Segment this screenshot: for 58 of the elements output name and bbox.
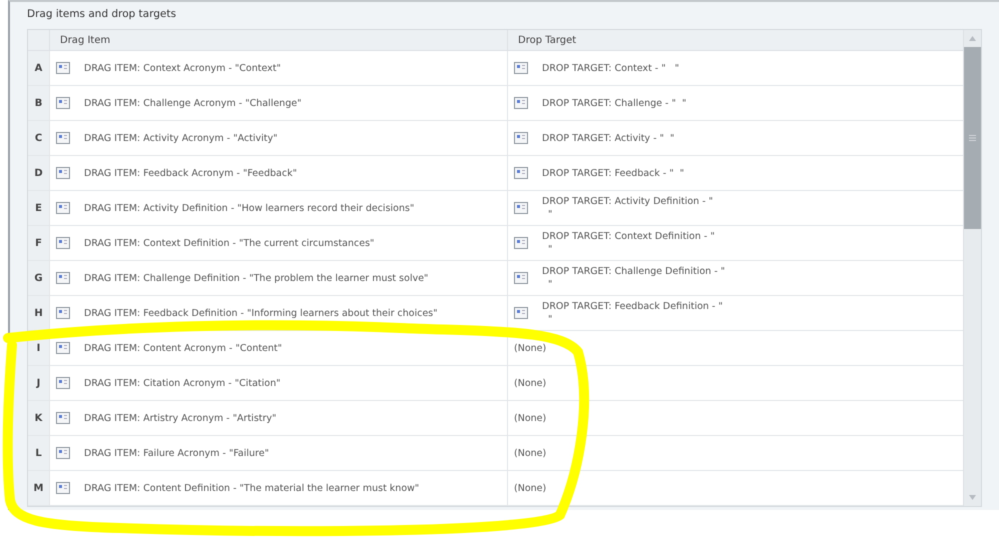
text-item-icon <box>56 62 70 74</box>
drag-item-text: DRAG ITEM: Challenge Definition - "The problem the learner must solve" <box>84 272 428 284</box>
drag-item-text: DRAG ITEM: Content Definition - "The material the learner must know" <box>84 482 420 494</box>
scroll-up-icon[interactable] <box>969 36 976 41</box>
drop-target-text: DROP TARGET: Feedback Definition - " " <box>542 300 723 326</box>
drag-item-text: DRAG ITEM: Feedback Acronym - "Feedback" <box>84 166 297 180</box>
drag-item-text: DRAG ITEM: Context Definition - "The current circumstances" <box>84 236 374 250</box>
scrollbar[interactable] <box>963 30 981 506</box>
drag-item-text: DRAG ITEM: Context Acronym - "Context" <box>84 62 281 74</box>
text-item-icon <box>56 412 70 424</box>
text-item-icon <box>56 447 70 459</box>
drop-target-text: DROP TARGET: Challenge - " " <box>542 96 686 110</box>
drop-target-text: (None) <box>514 342 546 354</box>
drag-item-text: DRAG ITEM: Challenge Acronym - "Challenge" <box>84 96 302 110</box>
drop-target-text: DROP TARGET: Challenge Definition - " " <box>542 265 726 291</box>
drop-target-text: (None) <box>514 376 546 390</box>
text-item-icon <box>56 342 70 354</box>
drag-item-text: DRAG ITEM: Activity Definition - "How learners record their decisions" <box>84 202 414 214</box>
drop-target-text: (None) <box>514 482 546 494</box>
text-item-icon <box>56 132 70 144</box>
drop-target-text: (None) <box>514 412 546 424</box>
text-item-icon <box>56 97 70 109</box>
text-item-icon <box>56 482 70 494</box>
row-letter: B <box>28 86 49 120</box>
drop-target-text: DROP TARGET: Feedback - " " <box>542 166 684 180</box>
row-letter: A <box>28 51 49 85</box>
drag-item-text: DRAG ITEM: Activity Acronym - "Activity" <box>84 132 278 144</box>
row-letter: C <box>28 121 49 155</box>
panel-title: Drag items and drop targets <box>27 8 178 22</box>
row-letter: M <box>28 471 49 505</box>
row-letter: F <box>28 226 49 260</box>
row-letter: E <box>28 191 49 225</box>
drag-item-text: DRAG ITEM: Citation Acronym - "Citation" <box>84 376 280 390</box>
text-item-icon <box>56 377 70 389</box>
text-item-icon <box>56 237 70 249</box>
drag-item-text: DRAG ITEM: Content Acronym - "Content" <box>84 342 282 354</box>
drop-target-text: DROP TARGET: Context Definition - " " <box>542 230 715 256</box>
text-item-icon <box>56 167 70 179</box>
row-letter: G <box>28 261 49 295</box>
drop-target-text: DROP TARGET: Context - " " <box>542 62 680 74</box>
drag-item-text: DRAG ITEM: Artistry Acronym - "Artistry" <box>84 412 276 424</box>
text-item-icon <box>56 307 70 319</box>
column-header: Drag Item <box>49 30 507 50</box>
drop-target-text: DROP TARGET: Activity Definition - " " <box>542 195 714 221</box>
row-letter: L <box>28 436 49 470</box>
text-item-icon <box>56 272 70 284</box>
row-letter: J <box>28 366 49 400</box>
row-letter: D <box>28 156 49 190</box>
text-item-icon <box>56 202 70 214</box>
drop-target-text: (None) <box>514 446 546 460</box>
row-letter: K <box>28 401 49 435</box>
drag-item-text: DRAG ITEM: Failure Acronym - "Failure" <box>84 446 269 460</box>
grip-icon <box>969 135 976 141</box>
drag-item-text: DRAG ITEM: Feedback Definition - "Informing learners about their choices" <box>84 306 438 320</box>
row-letter: H <box>28 296 49 330</box>
scroll-down-icon[interactable] <box>969 495 976 500</box>
scroll-thumb[interactable] <box>964 47 981 229</box>
drop-target-text: DROP TARGET: Activity - " " <box>542 132 674 144</box>
